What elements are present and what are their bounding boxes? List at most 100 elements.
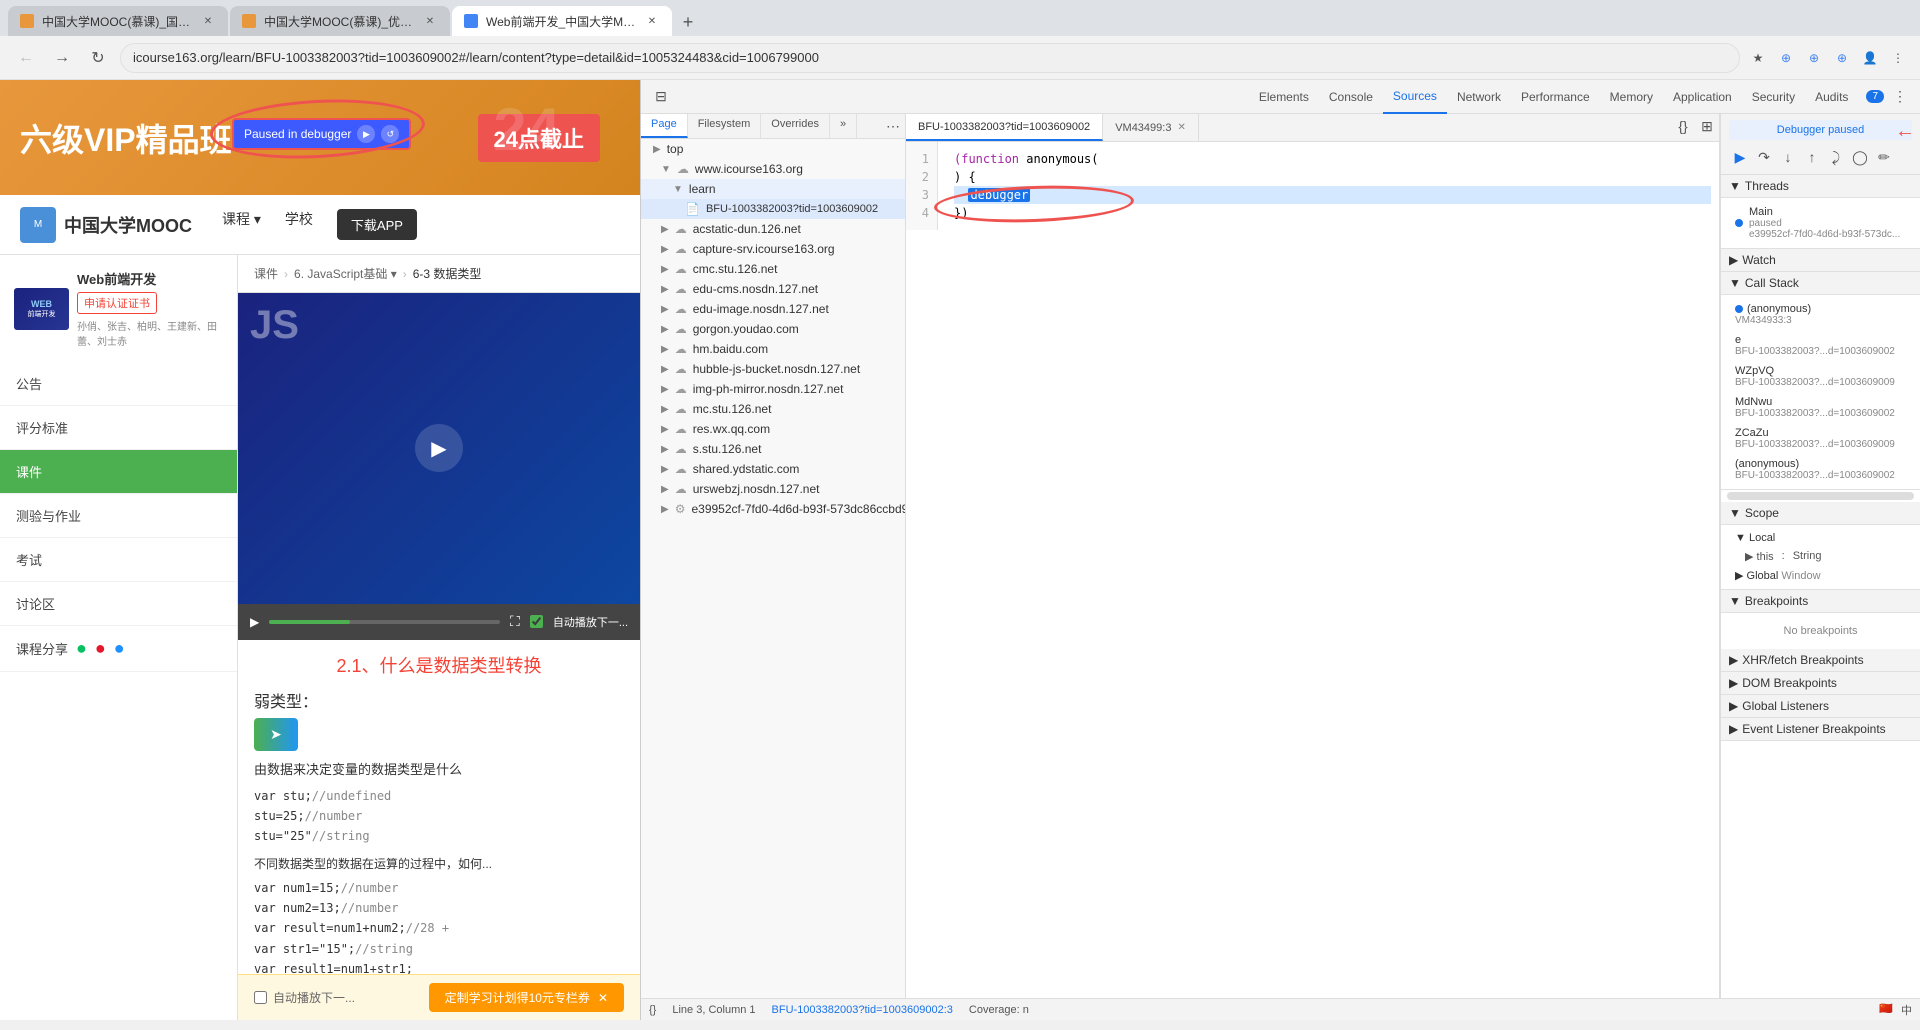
scope-header[interactable]: ▼ Scope [1721,502,1920,525]
tab-console[interactable]: Console [1319,80,1383,114]
tree-item-shared[interactable]: ▶ ☁ shared.ydstatic.com [641,459,905,479]
tree-item-edu-image[interactable]: ▶ ☁ edu-image.nosdn.127.net [641,299,905,319]
autoplay-input[interactable] [254,991,267,1004]
tree-item-e39[interactable]: ▶ ⚙ e39952cf-7fd0-4d6d-b93f-573dc86ccbd9 [641,499,905,519]
nav-schools[interactable]: 学校 [285,209,313,240]
tree-item-gorgon[interactable]: ▶ ☁ gorgon.youdao.com [641,319,905,339]
step-into-button[interactable]: ↓ [1777,146,1799,168]
sources-tab-page[interactable]: Page [641,114,688,138]
tree-item-mc[interactable]: ▶ ☁ mc.stu.126.net [641,399,905,419]
global-listeners-header[interactable]: ▶ Global Listeners [1721,695,1920,718]
callstack-item-5[interactable]: (anonymous) BFU-1003382003?...d=10036090… [1729,454,1912,485]
devtools-undock-button[interactable]: ⊟ [649,85,673,109]
tree-item-learn[interactable]: ▼ learn [641,179,905,199]
sources-tab-more[interactable]: » [830,114,857,138]
back-button[interactable]: ← [12,44,40,72]
tree-item-s[interactable]: ▶ ☁ s.stu.126.net [641,439,905,459]
play-button[interactable]: ▶ [415,424,463,472]
tree-item-capture[interactable]: ▶ ☁ capture-srv.icourse163.org [641,239,905,259]
expand-icon[interactable]: ⛶ [510,613,520,630]
forward-button[interactable]: → [48,44,76,72]
progress-bar[interactable] [269,620,500,624]
tree-item-res[interactable]: ▶ ☁ res.wx.qq.com [641,419,905,439]
tab-elements[interactable]: Elements [1249,80,1319,114]
tab-2[interactable]: 中国大学MOOC(慕课)_优质在线... ✕ [230,6,450,36]
tree-item-top[interactable]: ▶ top [641,139,905,159]
step-over-button[interactable]: ↷ [1753,146,1775,168]
deactivate-breakpoints-button[interactable]: ◯ [1849,146,1871,168]
new-tab-button[interactable]: + [674,8,702,36]
pause-on-exceptions-button[interactable]: ✏ [1873,146,1895,168]
tree-item-hubble[interactable]: ▶ ☁ hubble-js-bucket.nosdn.127.net [641,359,905,379]
callstack-item-1[interactable]: e BFU-1003382003?...d=1003609002 [1729,330,1912,361]
breadcrumb-item-1[interactable]: 课件 [254,265,278,282]
dom-header[interactable]: ▶ DOM Breakpoints [1721,672,1920,695]
code-editor-format[interactable]: {} [1671,114,1695,138]
threads-header[interactable]: ▼ Threads [1721,175,1920,198]
menu-icon[interactable]: ⋮ [1888,48,1908,68]
breakpoints-header[interactable]: ▼ Breakpoints [1721,590,1920,613]
xhr-header[interactable]: ▶ XHR/fetch Breakpoints [1721,649,1920,672]
tab-security[interactable]: Security [1742,80,1805,114]
share-icon[interactable]: ● [114,638,125,659]
refresh-button[interactable]: ↻ [84,44,112,72]
bookmark-icon[interactable]: ★ [1748,48,1768,68]
cert-button[interactable]: 申请认证证书 [77,292,157,314]
tab-3[interactable]: Web前端开发_中国大学MOOC( ✕ [452,6,672,36]
callstack-item-0[interactable]: (anonymous) VM434933:3 [1729,299,1912,330]
status-file[interactable]: BFU-1003382003?tid=1003609002:3 [772,1004,953,1016]
tab-audits[interactable]: Audits [1805,80,1858,114]
breadcrumb-item-2[interactable]: 6. JavaScript基础 ▾ [294,265,397,282]
code-tab-bfu[interactable]: BFU-1003382003?tid=1003609002 [906,114,1103,141]
code-editor-search[interactable]: ⊞ [1695,114,1719,138]
watch-header[interactable]: ▶ Watch [1721,249,1920,272]
play-control[interactable]: ▶ [250,615,259,629]
address-bar[interactable]: icourse163.org/learn/BFU-1003382003?tid=… [120,43,1740,73]
scope-global[interactable]: ▶ Global Window [1729,566,1912,585]
tab-2-close[interactable]: ✕ [422,13,438,29]
callstack-item-4[interactable]: ZCaZu BFU-1003382003?...d=1003609009 [1729,423,1912,454]
tab-memory[interactable]: Memory [1600,80,1663,114]
devtools-more-button[interactable]: ⋮ [1888,85,1912,109]
code-tab-vm-close[interactable]: ✕ [1177,122,1185,133]
sidebar-item-courseware[interactable]: 课件 [0,450,237,494]
sidebar-item-share[interactable]: 课程分享 ● ● ● [0,626,237,672]
tab-1[interactable]: 中国大学MOOC(慕课)_国家精品... ✕ [8,6,228,36]
call-stack-header[interactable]: ▼ Call Stack [1721,272,1920,295]
sources-tab-overrides[interactable]: Overrides [761,114,830,138]
sources-tab-filesystem[interactable]: Filesystem [688,114,762,138]
profile-icon[interactable]: 👤 [1860,48,1880,68]
scope-local[interactable]: ▼ Local [1729,529,1912,547]
extension-icon-2[interactable]: ⊕ [1804,48,1824,68]
schedule-cta[interactable]: 定制学习计划得10元专栏券 ✕ [429,983,624,1012]
extension-icon-1[interactable]: ⊕ [1776,48,1796,68]
tree-item-www[interactable]: ▼ ☁ www.icourse163.org [641,159,905,179]
tab-sources[interactable]: Sources [1383,80,1447,114]
tab-network[interactable]: Network [1447,80,1511,114]
extension-icon-3[interactable]: ⊕ [1832,48,1852,68]
sidebar-item-homework[interactable]: 测验与作业 [0,494,237,538]
sources-sidebar-more[interactable]: ⋯ [881,114,905,138]
schedule-close-icon[interactable]: ✕ [598,991,608,1005]
braces-icon[interactable]: {} [649,1004,656,1016]
tree-item-img-ph[interactable]: ▶ ☁ img-ph-mirror.nosdn.127.net [641,379,905,399]
tree-item-urs[interactable]: ▶ ☁ urswebzj.nosdn.127.net [641,479,905,499]
sidebar-item-grading[interactable]: 评分标准 [0,406,237,450]
sidebar-item-forum[interactable]: 讨论区 [0,582,237,626]
weibo-icon[interactable]: ● [95,638,106,659]
auto-play-checkbox[interactable] [530,615,543,628]
code-tab-vm[interactable]: VM43499:3 ✕ [1103,114,1199,141]
tree-item-edu-cms[interactable]: ▶ ☁ edu-cms.nosdn.127.net [641,279,905,299]
tree-item-acstatic[interactable]: ▶ ☁ acstatic-dun.126.net [641,219,905,239]
nav-download-app[interactable]: 下载APP [337,209,417,240]
step-out-button[interactable]: ↑ [1801,146,1823,168]
callstack-scrollbar[interactable] [1727,492,1914,500]
tree-item-hm[interactable]: ▶ ☁ hm.baidu.com [641,339,905,359]
step-button[interactable]: ⤸ [1825,146,1847,168]
nav-courses[interactable]: 课程 ▾ [222,209,261,240]
tab-application[interactable]: Application [1663,80,1742,114]
callstack-item-2[interactable]: WZpVQ BFU-1003382003?...d=1003609009 [1729,361,1912,392]
tree-item-bfu[interactable]: 📄 BFU-1003382003?tid=1003609002 [641,199,905,219]
tab-performance[interactable]: Performance [1511,80,1600,114]
sidebar-item-exam[interactable]: 考试 [0,538,237,582]
